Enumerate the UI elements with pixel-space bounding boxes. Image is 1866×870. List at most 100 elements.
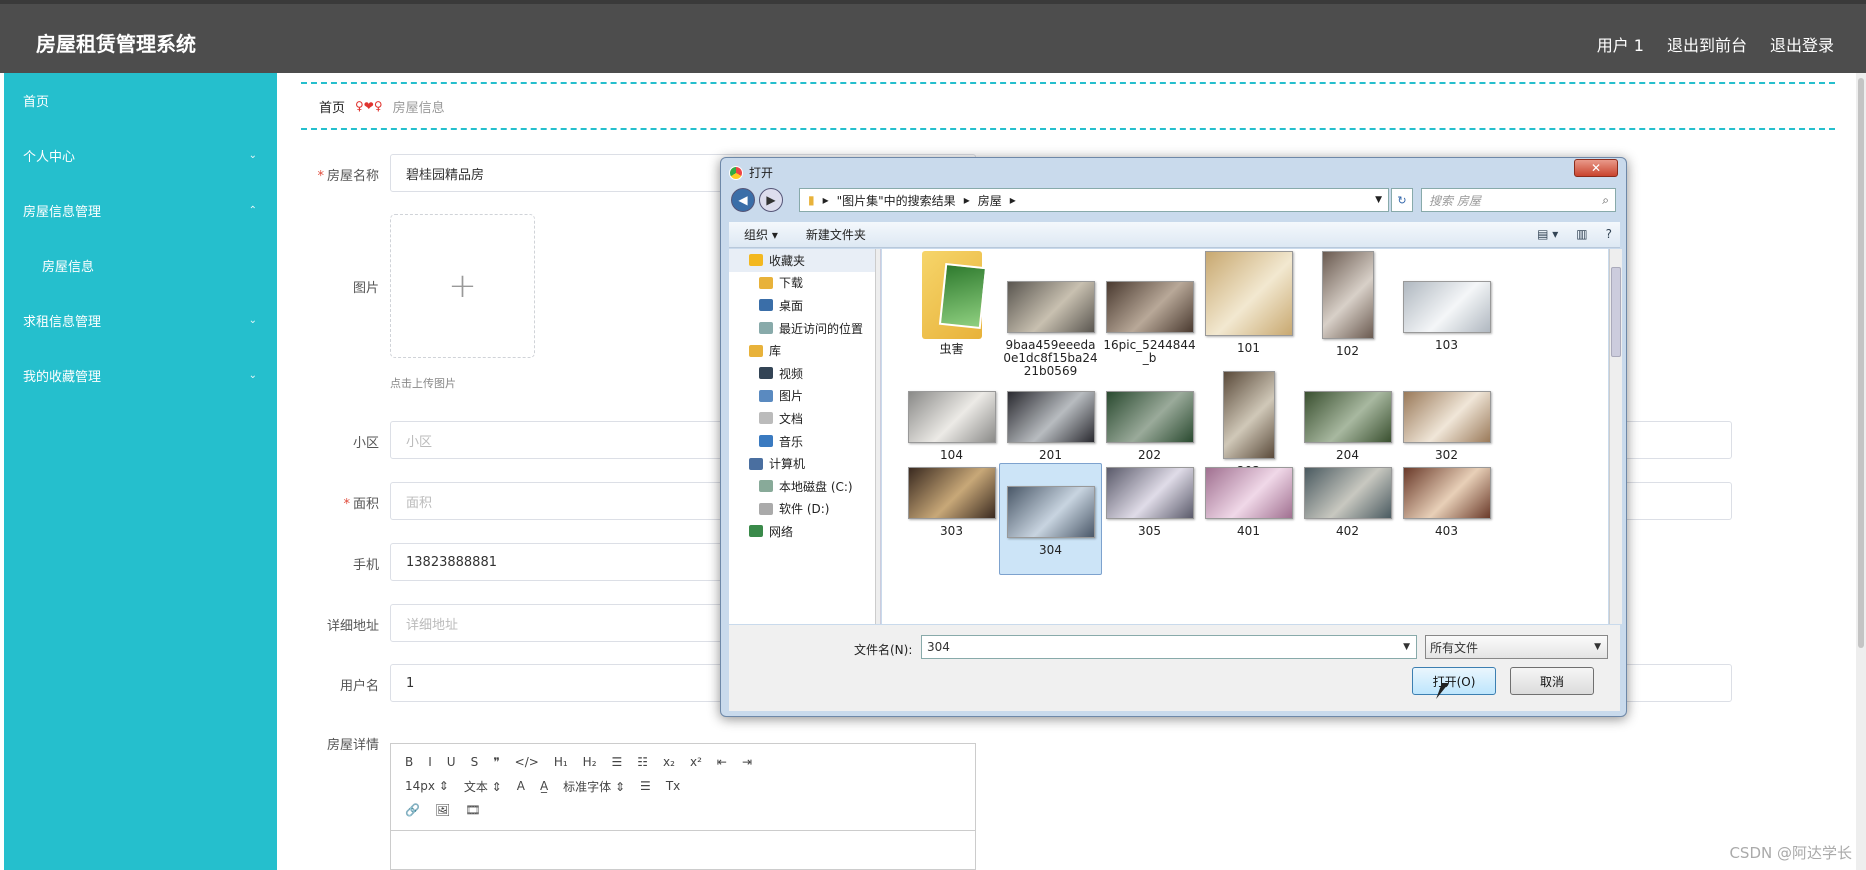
preview-pane-icon[interactable]: ▥ <box>1576 227 1587 241</box>
tree-item[interactable]: 桌面 <box>729 294 880 317</box>
editor-tool-button[interactable]: ⇤ <box>717 755 727 769</box>
editor-tool-button[interactable]: ☷ <box>637 755 648 769</box>
filetype-select[interactable]: 所有文件 ▼ <box>1425 635 1608 659</box>
tree-item[interactable]: 音乐 <box>729 430 880 453</box>
editor-tool-button[interactable]: x₂ <box>663 755 675 769</box>
image-file-item[interactable]: 101 <box>1197 251 1300 355</box>
editor-tool-button[interactable]: 🖼 <box>435 803 450 817</box>
image-file-item[interactable]: 201 <box>999 371 1102 462</box>
tree-item[interactable]: 网络 <box>729 520 880 543</box>
image-file-item[interactable]: 305 <box>1098 467 1201 538</box>
page-scrollbar[interactable] <box>1856 73 1866 870</box>
forward-arrow-icon[interactable]: ▶ <box>759 188 783 212</box>
editor-tool-button[interactable]: </> <box>515 755 539 769</box>
sidebar-item[interactable]: 房屋信息管理 ⌃ <box>4 183 277 238</box>
breadcrumb-arrow-icon[interactable]: ▸ <box>1010 193 1016 207</box>
editor-tool-button[interactable]: ☰ <box>640 779 651 793</box>
breadcrumb-home[interactable]: 首页 <box>319 97 345 116</box>
phone-label: 手机 <box>352 558 379 573</box>
image-file-item[interactable]: 402 <box>1296 467 1399 538</box>
image-file-item[interactable]: 204 <box>1296 371 1399 462</box>
editor-tool-button[interactable]: H₁ <box>554 755 568 769</box>
user-link[interactable]: 用户 1 <box>1597 32 1644 56</box>
image-file-item[interactable]: 403 <box>1395 467 1498 538</box>
editor-tool-button[interactable]: 文本 ⇕ <box>464 778 502 795</box>
search-input[interactable]: 搜索 房屋 ⌕ <box>1421 188 1616 212</box>
image-file-item[interactable]: 103 <box>1395 251 1498 352</box>
address-bar[interactable]: ▮ ▸ "图片集"中的搜索结果 ▸ 房屋 ▸ ▼ <box>799 188 1389 212</box>
image-upload-box[interactable]: + <box>390 214 535 358</box>
image-file-item[interactable]: 104 <box>900 371 1003 462</box>
sidebar-item[interactable]: 求租信息管理 ⌄ <box>4 293 277 348</box>
editor-tool-button[interactable]: ❞ <box>493 755 499 769</box>
breadcrumb-arrow-icon[interactable]: ▸ <box>823 193 829 207</box>
help-icon[interactable]: ? <box>1606 227 1612 241</box>
computer-icon <box>749 457 763 470</box>
page-scrollbar-thumb[interactable] <box>1858 78 1864 648</box>
chevron-down-icon[interactable]: ▼ <box>1403 642 1410 652</box>
image-file-item[interactable]: 401 <box>1197 467 1300 538</box>
editor-tool-button[interactable]: ☰ <box>612 755 623 769</box>
tree-item[interactable]: 库 <box>729 339 880 362</box>
organize-menu[interactable]: 组织 ▾ <box>744 226 778 243</box>
tree-scrollbar[interactable] <box>875 249 880 624</box>
filename-input[interactable]: 304 ▼ <box>921 635 1417 659</box>
editor-tool-button[interactable]: A̲ <box>540 779 548 793</box>
sidebar-item[interactable]: 房屋信息 <box>4 238 277 293</box>
editor-tool-button[interactable]: B <box>405 755 413 769</box>
editor-tool-button[interactable]: 🎞 <box>465 803 480 817</box>
editor-tool-button[interactable]: 标准字体 ⇕ <box>563 778 625 795</box>
editor-tool-button[interactable]: A <box>517 779 525 793</box>
file-scrollbar[interactable] <box>1609 249 1622 624</box>
image-file-item[interactable]: 303 <box>900 467 1003 538</box>
editor-tool-button[interactable]: 14px ⇕ <box>405 779 449 793</box>
editor-tool-button[interactable]: U <box>447 755 456 769</box>
folder-item[interactable]: 虫害 <box>900 251 1003 356</box>
sidebar-item[interactable]: 我的收藏管理 ⌄ <box>4 348 277 403</box>
image-file-item[interactable]: 202 <box>1098 371 1201 462</box>
editor-tool-button[interactable]: x² <box>690 755 702 769</box>
tree-item[interactable]: 图片 <box>729 385 880 408</box>
tree-item[interactable]: 计算机 <box>729 452 880 475</box>
address-segment[interactable]: "图片集"中的搜索结果 <box>837 192 956 209</box>
exit-to-front-link[interactable]: 退出到前台 <box>1667 32 1747 56</box>
view-mode-icon[interactable]: ▤ ▾ <box>1537 227 1558 241</box>
tree-item[interactable]: 文档 <box>729 407 880 430</box>
file-scrollbar-thumb[interactable] <box>1611 267 1621 357</box>
logout-link[interactable]: 退出登录 <box>1770 32 1834 56</box>
editor-tool-button[interactable]: H₂ <box>583 755 597 769</box>
editor-tool-button[interactable]: ⇥ <box>742 755 752 769</box>
image-file-item[interactable]: 203 <box>1197 371 1300 478</box>
desktop-icon <box>759 299 773 312</box>
image-file-item[interactable]: 304 <box>999 463 1102 575</box>
image-file-item[interactable]: 9baa459eeeda0e1dc8f15ba2421b0569 <box>999 251 1102 378</box>
editor-tool-button[interactable]: Tx <box>666 779 680 793</box>
tree-item[interactable]: 视频 <box>729 362 880 385</box>
tree-item[interactable]: 下载 <box>729 272 880 295</box>
editor-tool-button[interactable]: 🔗 <box>405 803 420 817</box>
tree-item[interactable]: 最近访问的位置 <box>729 317 880 340</box>
sidebar-item[interactable]: 个人中心 ⌄ <box>4 128 277 183</box>
rich-text-editor[interactable]: B I U S ❞ </> H₁ H₂ ☰ ☷ x₂ x² ⇤ ⇥ 14px ⇕ 文本 ⇕ A A̲ 标准字体 ⇕… <box>390 743 976 870</box>
tree-item[interactable]: 收藏夹 <box>729 249 880 272</box>
image-file-item[interactable]: 16pic_5244844_b <box>1098 251 1201 365</box>
new-folder-button[interactable]: 新建文件夹 <box>806 226 866 243</box>
cancel-button[interactable]: 取消 <box>1510 667 1594 695</box>
chevron-down-icon[interactable]: ▼ <box>1375 195 1382 205</box>
tree-item[interactable]: 软件 (D:) <box>729 498 880 521</box>
close-button[interactable]: ✕ <box>1574 159 1618 177</box>
tree-item[interactable]: 本地磁盘 (C:) <box>729 475 880 498</box>
image-file-item[interactable]: 302 <box>1395 371 1498 462</box>
editor-tool-button[interactable]: S <box>471 755 479 769</box>
image-thumbnail-icon <box>1303 467 1392 519</box>
back-arrow-icon[interactable]: ◀ <box>731 188 755 212</box>
username-label: 用户名 <box>339 679 379 694</box>
address-segment[interactable]: 房屋 <box>978 192 1002 209</box>
editor-tool-button[interactable]: I <box>428 755 432 769</box>
sidebar-item[interactable]: 首页 <box>4 73 277 128</box>
open-button[interactable]: 打开(O) <box>1412 667 1496 695</box>
image-file-item[interactable]: 102 <box>1296 251 1399 358</box>
breadcrumb-arrow-icon[interactable]: ▸ <box>964 193 970 207</box>
refresh-icon[interactable]: ↻ <box>1391 188 1413 212</box>
